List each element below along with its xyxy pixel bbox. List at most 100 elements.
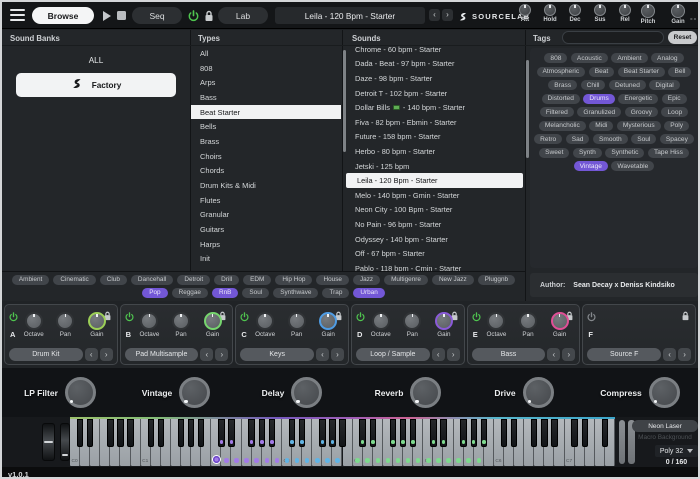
stop-icon[interactable] <box>117 11 126 20</box>
prev-preset-button[interactable]: ‹ <box>429 9 440 21</box>
genre-tag-pluggnb[interactable]: Pluggnb <box>477 274 516 285</box>
tag-brass[interactable]: Brass <box>548 80 578 90</box>
tag-mysterious[interactable]: Mysterious <box>616 120 661 131</box>
bank-item-all[interactable]: ALL <box>16 50 176 70</box>
genre-tag-cinematic[interactable]: Cinematic <box>53 274 96 285</box>
next-source-button[interactable]: › <box>99 348 113 361</box>
octave-knob[interactable] <box>487 312 506 330</box>
tag-detuned[interactable]: Detuned <box>608 80 646 90</box>
piano-key-black[interactable] <box>581 419 588 447</box>
sus-knob[interactable] <box>594 4 606 16</box>
piano-key-black[interactable] <box>177 419 185 447</box>
next-source-button[interactable]: › <box>446 348 460 361</box>
sound-item-neon-city-100-bpm-starter[interactable]: Neon City - 100 Bpm - Starter <box>344 203 525 218</box>
prev-source-button[interactable]: ‹ <box>84 348 98 361</box>
tag-soul[interactable]: Soul <box>631 134 657 144</box>
slot-source-name[interactable]: Bass <box>471 348 546 361</box>
next-source-button[interactable]: › <box>562 348 576 361</box>
tag-chill[interactable]: Chill <box>580 80 606 90</box>
tag-poly[interactable]: Poly <box>664 120 690 131</box>
genre-tag-pop[interactable]: Pop <box>142 287 168 298</box>
octave-knob[interactable] <box>24 312 43 330</box>
power-icon[interactable] <box>9 309 18 327</box>
next-source-button[interactable]: › <box>331 348 345 361</box>
sound-item-herbo-80-bpm-starter[interactable]: Herbo - 80 bpm - Starter <box>344 144 525 159</box>
piano-key-black[interactable] <box>147 419 154 447</box>
tag-granulized[interactable]: Granulized <box>577 107 622 117</box>
tag-ambient[interactable]: Ambient <box>611 53 648 63</box>
genre-tag-multigenre[interactable]: Multigenre <box>384 274 428 285</box>
pan-knob[interactable] <box>519 312 537 330</box>
octave-knob[interactable] <box>140 312 159 330</box>
tag-tape-hiss[interactable]: Tape Hiss <box>647 147 689 158</box>
pitch-knob[interactable] <box>641 4 655 18</box>
type-item-guitars[interactable]: Guitars <box>191 222 341 237</box>
genre-tag-club[interactable]: Club <box>99 274 127 285</box>
power-icon[interactable] <box>587 309 596 327</box>
fx-reverb-knob[interactable] <box>410 377 442 408</box>
sound-item-dada-beat-97-bpm-starter[interactable]: Dada - Beat - 97 bpm - Starter <box>344 57 525 72</box>
piano-key-black[interactable] <box>107 419 114 447</box>
type-item-all[interactable]: All <box>191 46 341 61</box>
tag-808[interactable]: 808 <box>544 53 568 63</box>
next-source-button[interactable]: › <box>678 348 692 361</box>
sound-item-detroit-t-102-bpm-starter[interactable]: Detroit T - 102 bpm - Starter <box>344 86 525 101</box>
polyphony-select[interactable]: Poly 32 <box>655 445 698 457</box>
pan-knob[interactable] <box>403 312 422 330</box>
tag-spacey[interactable]: Spacey <box>659 134 694 144</box>
tag-energetic[interactable]: Energetic <box>618 93 659 104</box>
slot-source-name[interactable]: Source F <box>587 348 662 361</box>
fx-vintage-knob[interactable] <box>179 377 211 408</box>
gain-knob[interactable] <box>671 4 685 18</box>
prev-source-button[interactable]: ‹ <box>200 348 214 361</box>
genre-tag-hip-hop[interactable]: Hip Hop <box>275 274 313 285</box>
tag-loop[interactable]: Loop <box>661 107 689 117</box>
prev-source-button[interactable]: ‹ <box>431 348 445 361</box>
browse-button[interactable]: Browse <box>32 7 94 24</box>
sound-item-jetski-125-bpm[interactable]: Jetski - 125 bpm <box>344 159 525 174</box>
piano-key-black[interactable] <box>157 419 165 447</box>
piano-key-black[interactable] <box>571 419 578 447</box>
genre-tag-house[interactable]: House <box>316 274 349 285</box>
tag-vintage[interactable]: Vintage <box>573 161 608 171</box>
sound-item-odyssey-140-bpm-starter[interactable]: Odyssey - 140 bpm - Starter <box>344 232 525 247</box>
genre-tag-edm[interactable]: EDM <box>243 274 272 285</box>
prev-source-button[interactable]: ‹ <box>316 348 330 361</box>
menu-icon[interactable] <box>10 9 25 21</box>
piano-key-black[interactable] <box>187 419 195 447</box>
next-preset-button[interactable]: › <box>442 9 453 21</box>
genre-tag-ambient[interactable]: Ambient <box>11 274 50 285</box>
tag-search-input[interactable] <box>563 34 662 41</box>
tag-smooth[interactable]: Smooth <box>592 134 628 144</box>
power-icon[interactable] <box>356 309 365 327</box>
genre-tag-drill[interactable]: Drill <box>214 274 240 285</box>
slot-source-name[interactable]: Loop / Sample <box>356 348 430 361</box>
type-item-choirs[interactable]: Choirs <box>191 149 341 164</box>
hold-knob[interactable] <box>544 4 556 16</box>
sound-item-fiva-82-bpm-ebmin-starter[interactable]: Fiva - 82 bpm - Ebmin - Starter <box>344 115 525 130</box>
gain-knob[interactable] <box>434 312 453 330</box>
pan-knob[interactable] <box>287 312 306 330</box>
tags-scrollbar[interactable] <box>526 60 529 158</box>
macro-background-button[interactable]: Neon Laser <box>632 420 698 432</box>
tag-beat[interactable]: Beat <box>588 66 615 77</box>
genre-tag-dancehall[interactable]: Dancehall <box>130 274 174 285</box>
slot-source-name[interactable]: Keys <box>240 348 315 361</box>
tag-acoustic[interactable]: Acoustic <box>570 53 608 63</box>
fx-lp-filter-knob[interactable] <box>64 377 96 408</box>
tag-groovy[interactable]: Groovy <box>624 107 658 117</box>
gain-knob[interactable] <box>319 312 338 330</box>
tag-retro[interactable]: Retro <box>534 134 563 144</box>
type-item-granular[interactable]: Granular <box>191 208 341 223</box>
power-icon[interactable] <box>188 9 199 27</box>
fx-delay-knob[interactable] <box>291 377 323 408</box>
tag-digital[interactable]: Digital <box>649 80 680 90</box>
pan-knob[interactable] <box>56 312 75 330</box>
lock-icon[interactable] <box>681 308 690 326</box>
sound-item-leila-120-bpm-starter[interactable]: Leila - 120 Bpm - Starter <box>346 173 523 188</box>
power-icon[interactable] <box>472 309 481 327</box>
pitch-wheel[interactable] <box>42 423 55 461</box>
tag-synth[interactable]: Synth <box>572 147 602 158</box>
genre-tag-detroit[interactable]: Detroit <box>177 274 211 285</box>
type-item-bells[interactable]: Bells <box>191 119 341 134</box>
